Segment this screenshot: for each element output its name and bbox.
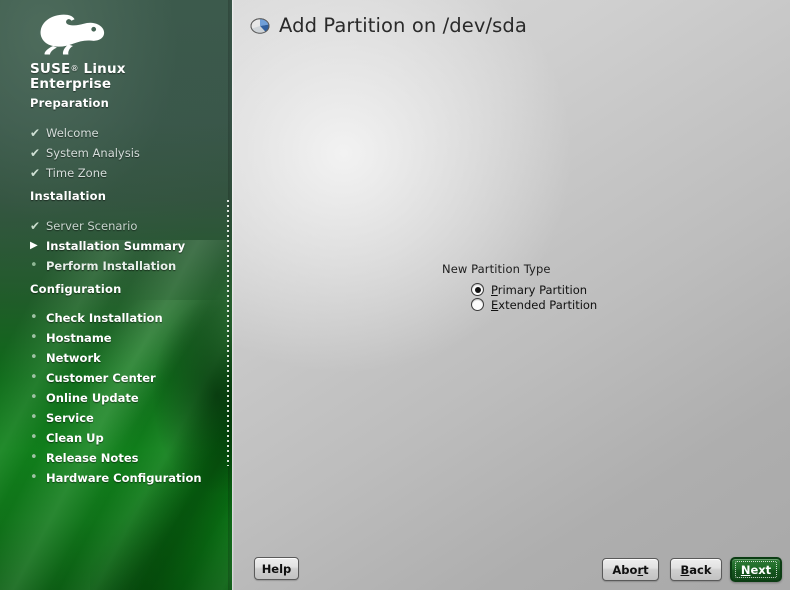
label-post: t [643, 562, 649, 577]
brand-registered: ® [70, 64, 79, 73]
sidebar-item-label: Time Zone [46, 166, 108, 180]
sidebar-item-label: Online Update [46, 391, 139, 405]
sidebar-item-label: Installation Summary [46, 239, 186, 253]
radio-primary-partition-label: Primary Partition [491, 283, 587, 297]
new-partition-type-group: New Partition Type Primary Partition Ext… [442, 262, 672, 312]
sidebar-item-label: Service [46, 411, 94, 425]
bullet-icon: • [30, 450, 38, 465]
sidebar-item-customer-center[interactable]: • Customer Center [30, 370, 156, 386]
sidebar-section-installation: Installation [30, 189, 107, 203]
sidebar-item-check-installation[interactable]: • Check Installation [30, 310, 163, 326]
label-pre: Abo [612, 562, 638, 577]
sidebar-item-clean-up[interactable]: • Clean Up [30, 430, 104, 446]
main-content-panel: Add Partition on /dev/sda New Partition … [232, 0, 790, 590]
sidebar-item-label: Perform Installation [46, 259, 177, 273]
sidebar-item-server-scenario[interactable]: ✔ Server Scenario [30, 219, 137, 233]
sidebar-item-label: Server Scenario [46, 219, 138, 233]
sidebar-item-label: Release Notes [46, 451, 139, 465]
bullet-icon: • [30, 258, 38, 273]
bullet-icon: • [30, 310, 38, 325]
sidebar-item-online-update[interactable]: • Online Update [30, 390, 139, 406]
help-button-label: Help [261, 561, 292, 576]
disk-partition-icon [250, 16, 270, 36]
brand-suse: SUSE [30, 61, 71, 77]
label-rest: xtended Partition [498, 297, 598, 312]
sidebar-item-label: Network [46, 351, 101, 365]
bullet-icon: • [30, 430, 38, 445]
arrow-right-icon: ▶ [30, 240, 38, 251]
mnemonic-letter: B [680, 562, 690, 577]
back-button[interactable]: Back [670, 558, 722, 581]
sidebar-item-welcome[interactable]: ✔ Welcome [30, 126, 99, 140]
brand-enterprise: Enterprise [30, 76, 112, 92]
sidebar-dotted-rule [227, 200, 229, 466]
next-button-label: Next [741, 563, 771, 577]
sidebar-item-hardware-configuration[interactable]: • Hardware Configuration [30, 470, 202, 486]
sidebar-item-label: Clean Up [46, 431, 104, 445]
bullet-icon: • [30, 470, 38, 485]
radio-primary-partition[interactable]: Primary Partition [471, 282, 672, 297]
help-button[interactable]: Help [254, 557, 299, 580]
page-title: Add Partition on /dev/sda [279, 14, 527, 37]
brand-linux: Linux [78, 61, 126, 77]
check-icon: ✔ [30, 166, 41, 180]
suse-chameleon-logo-icon [40, 14, 105, 55]
sidebar-item-label: Hardware Configuration [46, 471, 202, 485]
sidebar-item-time-zone[interactable]: ✔ Time Zone [30, 166, 107, 180]
check-icon: ✔ [30, 126, 41, 140]
sidebar-item-label: Check Installation [46, 311, 163, 325]
new-partition-type-label: New Partition Type [442, 262, 551, 276]
brand-text: SUSE® Linux Enterprise [30, 61, 126, 92]
radio-extended-partition[interactable]: Extended Partition [471, 297, 672, 312]
check-icon: ✔ [30, 146, 41, 160]
next-button[interactable]: Next [730, 557, 782, 582]
back-button-label: Back [681, 563, 712, 577]
label-rest: ack [689, 562, 712, 577]
radio-unselected-icon[interactable] [471, 298, 484, 311]
sidebar-item-hostname[interactable]: • Hostname [30, 330, 112, 346]
radio-selected-icon[interactable] [471, 283, 484, 296]
installer-window: SUSE® Linux Enterprise Preparation ✔ Wel… [0, 0, 790, 590]
sidebar-item-label: Customer Center [46, 371, 156, 385]
bullet-icon: • [30, 330, 38, 345]
installer-sidebar: SUSE® Linux Enterprise Preparation ✔ Wel… [0, 0, 232, 590]
bullet-icon: • [30, 410, 38, 425]
abort-button[interactable]: Abort [602, 558, 659, 581]
abort-button-label: Abort [612, 563, 648, 577]
sidebar-item-label: Welcome [46, 126, 99, 140]
sidebar-item-system-analysis[interactable]: ✔ System Analysis [30, 146, 140, 160]
label-rest: rimary Partition [497, 282, 588, 297]
page-header: Add Partition on /dev/sda [250, 14, 527, 37]
sidebar-item-installation-summary[interactable]: ▶ Installation Summary [30, 239, 185, 253]
label-rest: ext [750, 562, 772, 577]
sidebar-item-release-notes[interactable]: • Release Notes [30, 450, 139, 466]
sidebar-item-network[interactable]: • Network [30, 350, 101, 366]
bullet-icon: • [30, 370, 38, 385]
bullet-icon: • [30, 390, 38, 405]
sidebar-section-configuration: Configuration [30, 282, 122, 296]
bullet-icon: • [30, 350, 38, 365]
content-left-bevel [232, 0, 234, 590]
sidebar-section-preparation: Preparation [30, 96, 110, 110]
sidebar-item-label: Hostname [46, 331, 112, 345]
mnemonic-letter: N [740, 562, 751, 577]
sidebar-item-perform-installation[interactable]: • Perform Installation [30, 258, 177, 274]
check-icon: ✔ [30, 219, 41, 233]
sidebar-item-service[interactable]: • Service [30, 410, 94, 426]
sidebar-item-label: System Analysis [46, 146, 140, 160]
mnemonic-letter: P [491, 282, 498, 297]
radio-extended-partition-label: Extended Partition [491, 298, 597, 312]
